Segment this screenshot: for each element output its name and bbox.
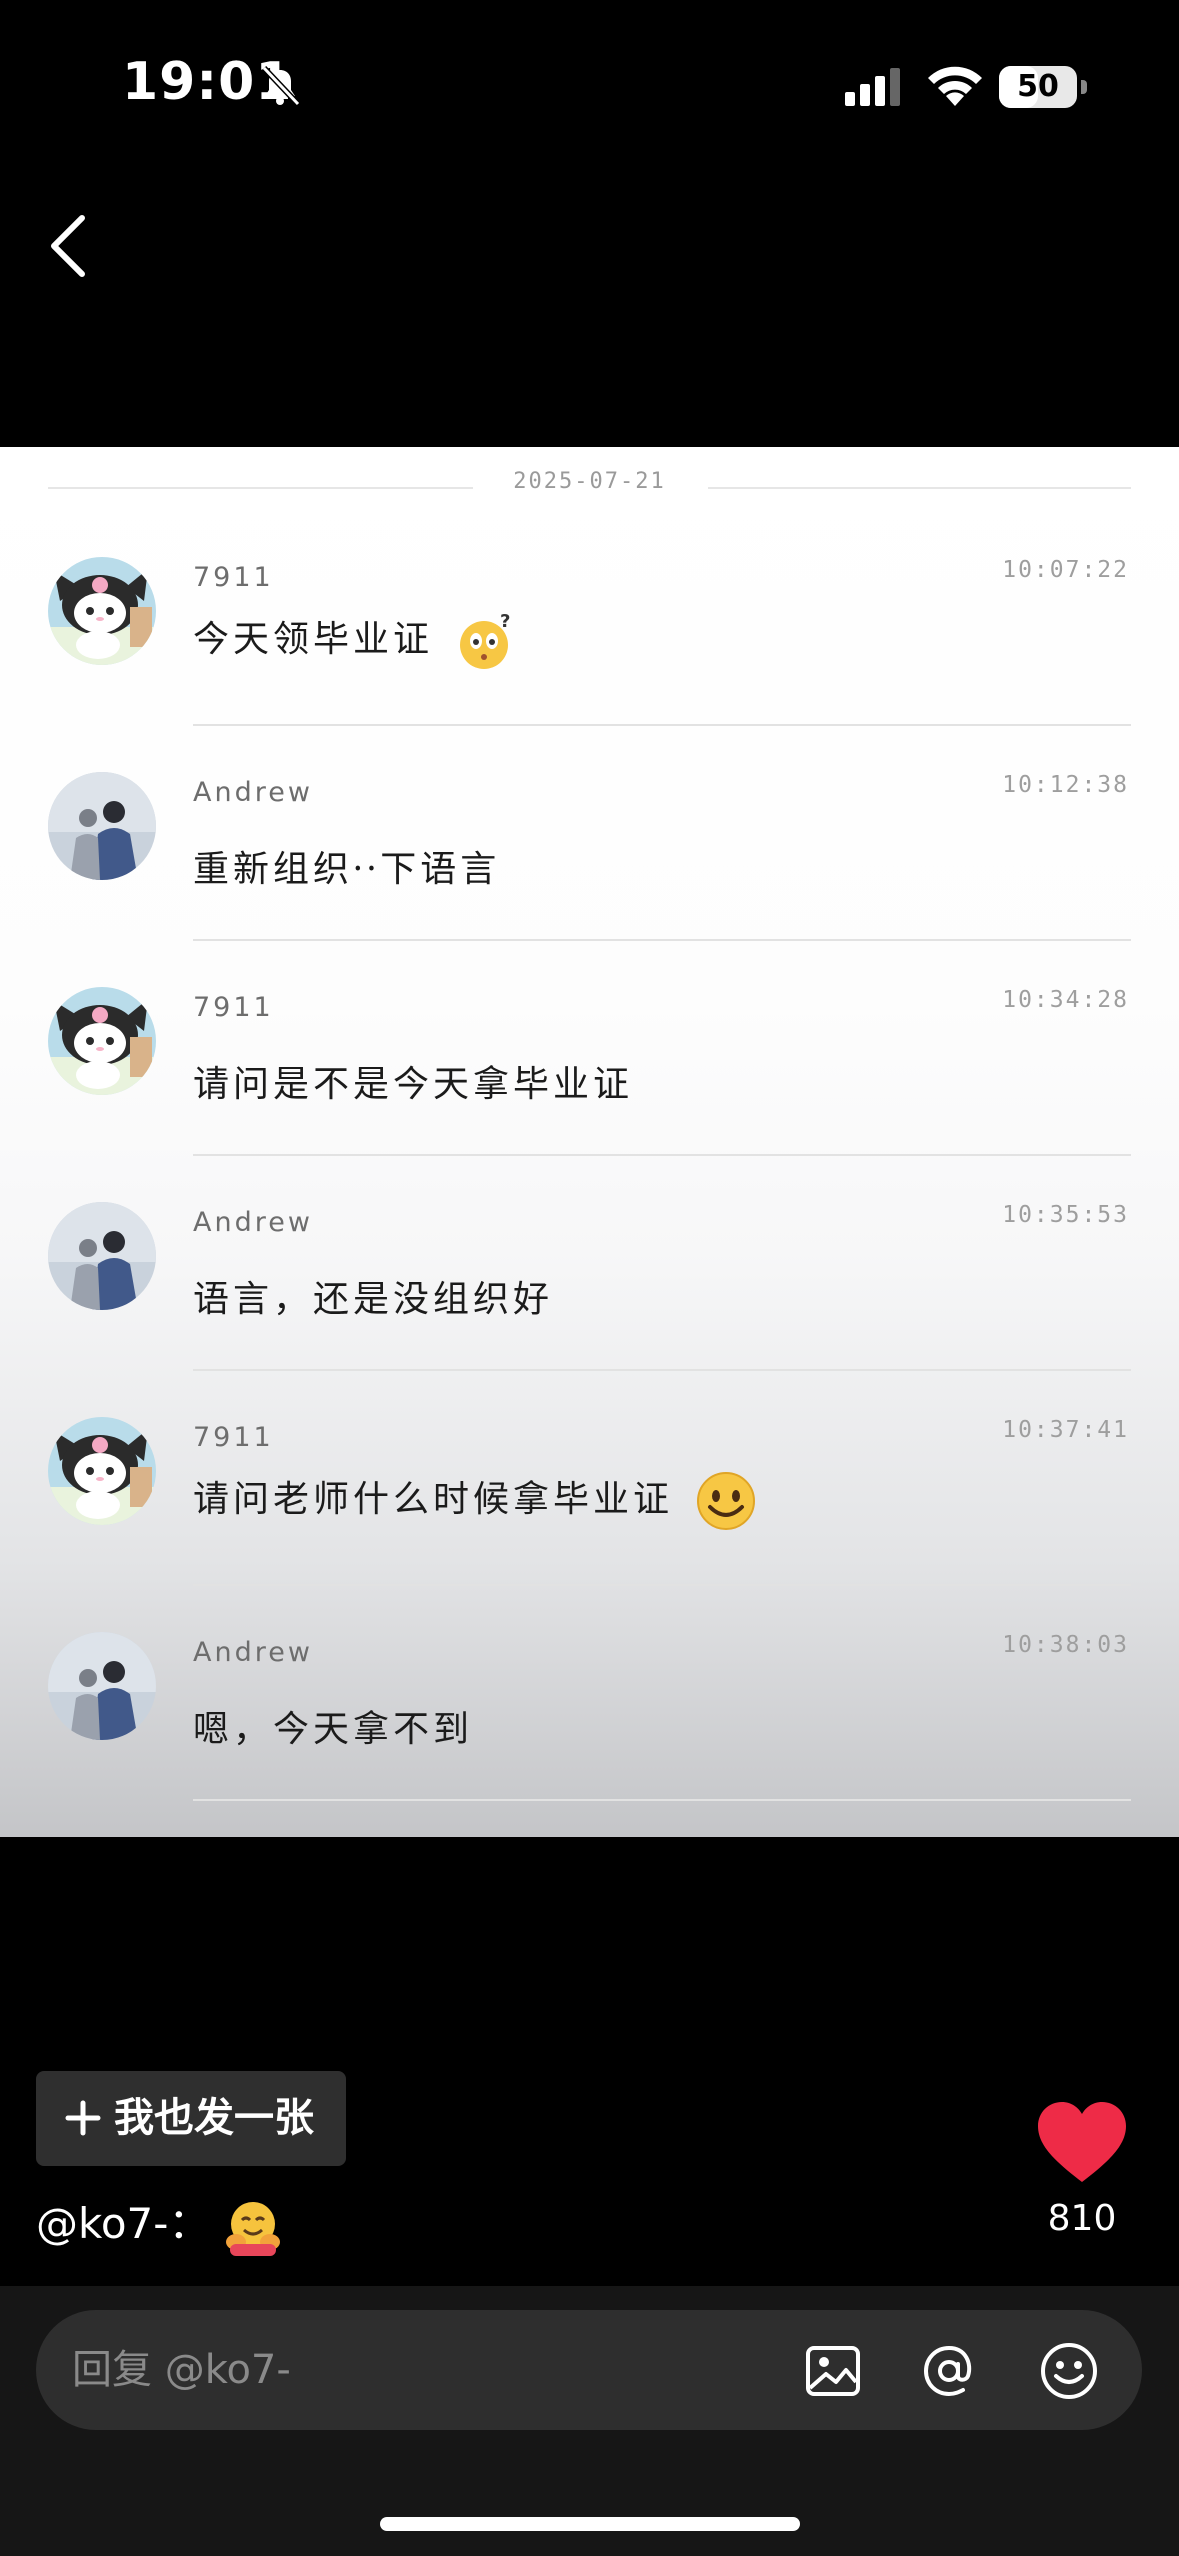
- chat-screenshot-image: 2025-07-21 7911 10:07:22 今天领毕业证 ? Andrew 10…: [0, 447, 1179, 1837]
- kuromi-avatar-icon: [48, 1417, 156, 1525]
- battery-percent: 50: [1017, 69, 1059, 104]
- message-separator: [193, 1799, 1131, 1801]
- message-timestamp: 10:38:03: [1002, 1632, 1129, 1658]
- home-indicator: [380, 2517, 800, 2531]
- message-timestamp: 10:37:41: [1002, 1417, 1129, 1443]
- battery-indicator: 50: [999, 66, 1087, 108]
- svg-text:?: ?: [500, 611, 514, 632]
- message-avatar: [48, 1202, 156, 1310]
- cellular-signal-icon: [845, 68, 900, 106]
- chat-message: Andrew 10:38:03 嗯，今天拿不到: [0, 1522, 1179, 1801]
- couple-photo-avatar-icon: [48, 1202, 156, 1310]
- message-text-content: 请问老师什么时候拿毕业证: [193, 1479, 674, 1520]
- hugging-face-icon: [225, 2201, 280, 2256]
- wifi-icon: [928, 66, 982, 106]
- message-avatar: [48, 772, 156, 880]
- chat-message: 7911 10:37:41 请问老师什么时候拿毕业证: [0, 1307, 1179, 1586]
- battery-tip: [1081, 80, 1087, 94]
- couple-photo-avatar-icon: [48, 772, 156, 880]
- chat-message: 7911 10:34:28 请问是不是今天拿毕业证: [0, 877, 1179, 1156]
- reply-input[interactable]: 回复 @ko7-: [36, 2310, 1142, 2430]
- message-timestamp: 10:12:38: [1002, 772, 1129, 798]
- chat-message: Andrew 10:12:38 重新组织⸱⸱下语言: [0, 662, 1179, 941]
- back-arrow-icon[interactable]: [40, 206, 100, 286]
- reply-bar: 回复 @ko7-: [0, 2286, 1179, 2556]
- message-sender-name: 7911: [193, 562, 274, 593]
- message-avatar: [48, 987, 156, 1095]
- message-text: 嗯，今天拿不到: [193, 1700, 473, 1752]
- chat-message: Andrew 10:35:53 语言，还是没组织好: [0, 1092, 1179, 1371]
- message-timestamp: 10:07:22: [1002, 557, 1129, 583]
- kuromi-avatar-icon: [48, 557, 156, 665]
- message-sender-name: Andrew: [193, 1207, 313, 1238]
- message-text-content: 今天领毕业证: [193, 619, 434, 660]
- message-text-content: 嗯，今天拿不到: [193, 1709, 474, 1750]
- post-too-label: 我也发一张: [114, 2095, 314, 2141]
- mention-icon[interactable]: [918, 2340, 980, 2402]
- message-timestamp: 10:34:28: [1002, 987, 1129, 1013]
- kuromi-avatar-icon: [48, 987, 156, 1095]
- message-sender-name: 7911: [193, 992, 274, 1023]
- post-too-button[interactable]: 我也发一张: [36, 2071, 346, 2166]
- like-count: 810: [1047, 2198, 1117, 2239]
- message-avatar: [48, 557, 156, 665]
- bell-muted-icon: [261, 65, 301, 107]
- message-avatar: [48, 1417, 156, 1525]
- author-caption: @ko7-：: [36, 2190, 282, 2256]
- chat-message: 7911 10:07:22 今天领毕业证 ?: [0, 447, 1179, 726]
- message-timestamp: 10:35:53: [1002, 1202, 1129, 1228]
- emoji-icon[interactable]: [1038, 2340, 1100, 2402]
- plus-icon: [65, 2100, 101, 2136]
- message-sender-name: Andrew: [193, 1637, 313, 1668]
- image-icon[interactable]: [802, 2340, 864, 2402]
- author-handle[interactable]: @ko7-：: [36, 2199, 210, 2248]
- message-sender-name: Andrew: [193, 777, 313, 808]
- message-avatar: [48, 1632, 156, 1740]
- message-sender-name: 7911: [193, 1422, 274, 1453]
- heart-icon[interactable]: [1036, 2100, 1128, 2184]
- reply-placeholder: 回复 @ko7-: [72, 2347, 291, 2393]
- couple-photo-avatar-icon: [48, 1632, 156, 1740]
